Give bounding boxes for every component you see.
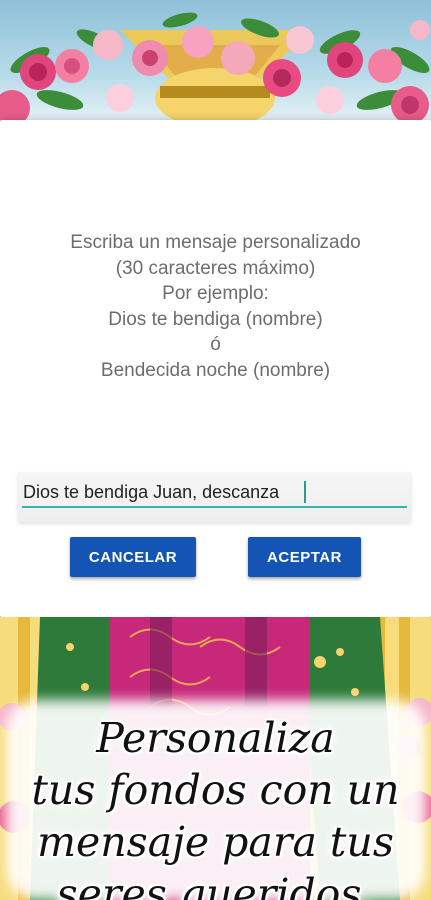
cancel-button[interactable]: CANCELAR	[70, 537, 196, 577]
accept-button[interactable]: ACEPTAR	[248, 537, 361, 577]
dialog-message: Escriba un mensaje personalizado (30 car…	[0, 230, 431, 383]
message-line: Bendecida noche (nombre)	[100, 359, 331, 381]
message-line: Dios te bendiga (nombre)	[108, 308, 323, 330]
promo-line: Personaliza	[96, 714, 335, 762]
message-input[interactable]	[22, 478, 407, 508]
message-input-container	[18, 472, 411, 522]
promo-line: mensaje para tus	[37, 818, 394, 866]
text-cursor	[304, 481, 306, 503]
custom-message-dialog: Escriba un mensaje personalizado (30 car…	[0, 120, 431, 617]
floral-header-image	[0, 0, 431, 125]
message-line: Escriba un mensaje personalizado	[70, 232, 361, 253]
promo-caption: Personaliza tus fondos con un mensaje pa…	[0, 712, 431, 900]
message-line: ó	[210, 334, 221, 355]
promo-line: seres queridos.	[56, 870, 375, 900]
message-line: (30 caracteres máximo)	[115, 257, 316, 279]
promo-line: tus fondos con un	[31, 766, 400, 814]
message-line: Por ejemplo:	[162, 283, 269, 304]
